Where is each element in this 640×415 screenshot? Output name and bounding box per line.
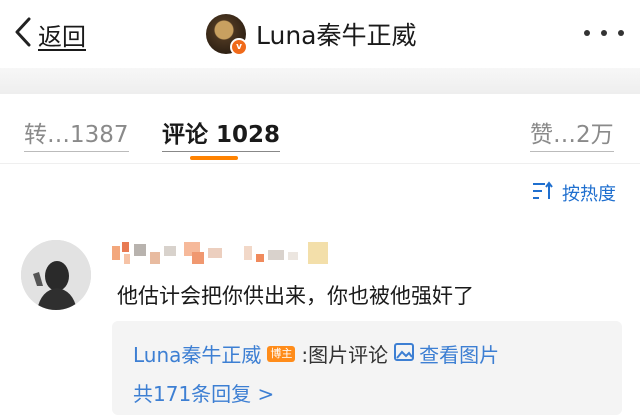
commenter-avatar[interactable] [21, 240, 91, 310]
back-button[interactable]: 返回 [14, 14, 86, 54]
more-replies-link[interactable]: 共171条回复 > [133, 378, 274, 407]
tabs-divider [0, 163, 640, 164]
image-icon [394, 342, 415, 366]
tab-likes[interactable]: 赞…2万 [530, 115, 614, 152]
view-image-label: 查看图片 [419, 343, 500, 367]
tab-comments[interactable]: 评论 1028 [162, 115, 281, 152]
page-title: Luna秦牛正威 [256, 21, 417, 50]
sort-icon [532, 181, 554, 205]
comment-text: 他估计会把你供出来，你也被他强奸了 [117, 284, 474, 308]
reply-author-link[interactable]: Luna秦牛正威 [133, 339, 261, 368]
separator-band [0, 68, 640, 94]
more-options-button[interactable] [584, 20, 624, 46]
verified-badge: v [230, 38, 248, 56]
chevron-left-icon [14, 17, 32, 51]
sort-toggle[interactable]: 按热度 [532, 180, 616, 206]
active-tab-indicator [190, 156, 238, 160]
reply-preview: Luna秦牛正威 博主 :图片评论 查看图片 [133, 339, 499, 368]
author-badge: 博主 [267, 345, 296, 362]
nav-title-group[interactable]: v Luna秦牛正威 [206, 13, 417, 56]
commenter-name-blurred [112, 242, 332, 266]
more-horizontal-icon [584, 30, 590, 36]
back-label: 返回 [38, 22, 86, 51]
reply-text: :图片评论 [301, 343, 389, 367]
tab-reposts[interactable]: 转…1387 [24, 115, 129, 152]
user-avatar[interactable]: v [206, 14, 248, 56]
view-image-link[interactable]: 查看图片 [394, 339, 499, 368]
sort-label: 按热度 [562, 184, 616, 205]
